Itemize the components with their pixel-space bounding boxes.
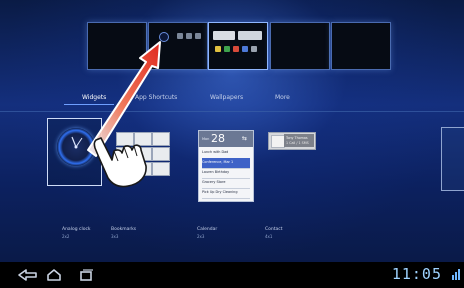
- tab-more[interactable]: More: [275, 94, 290, 101]
- widget-label-bookmarks: Bookmarks: [111, 227, 137, 232]
- calendar-weekday: Mon: [202, 137, 210, 141]
- tabs-divider: [0, 111, 464, 112]
- widget-contact[interactable]: Tony Thomas 1 Call / 1 SMS: [268, 132, 316, 150]
- bookmark-thumb: [152, 132, 170, 146]
- home-screen-5[interactable]: [331, 22, 391, 70]
- contact-name: Tony Thomas: [286, 136, 308, 140]
- add-event-icon: ⇆: [242, 135, 248, 142]
- partial-widget-preview[interactable]: [441, 127, 464, 191]
- home-screens-strip: [0, 18, 464, 78]
- home-screen-1[interactable]: [87, 22, 147, 70]
- bookmark-thumb: [152, 162, 170, 176]
- bookmark-thumb: [116, 162, 134, 176]
- widget-label-contact: Contact: [265, 227, 283, 232]
- tab-app-shortcuts[interactable]: App Shortcuts: [135, 94, 177, 101]
- home-icon[interactable]: [46, 268, 62, 282]
- signal-icon: [452, 269, 460, 280]
- calendar-event: Pick Up Dry Cleaning: [202, 188, 250, 199]
- home-screen-2[interactable]: [148, 22, 208, 70]
- home-screen-4[interactable]: [270, 22, 330, 70]
- widget-label-analog-clock: Analog clock: [62, 227, 91, 232]
- tab-wallpapers[interactable]: Wallpapers: [210, 94, 243, 101]
- calendar-day: 28: [211, 132, 225, 145]
- widget-calendar[interactable]: Mon 28 ⇆ Lunch with Dad Conference, Mar …: [198, 130, 254, 202]
- widget-size-bookmarks: 3x3: [111, 234, 119, 239]
- contact-detail: 1 Call / 1 SMS: [286, 141, 309, 145]
- back-icon[interactable]: [16, 268, 38, 282]
- bookmark-thumb: [116, 132, 134, 146]
- bookmark-thumb: [116, 147, 134, 161]
- widget-size-analog-clock: 2x2: [62, 234, 70, 239]
- bookmark-thumb: [134, 147, 152, 161]
- recent-apps-icon[interactable]: [78, 268, 94, 282]
- widget-size-contact: 4x1: [265, 234, 273, 239]
- active-tab-indicator: [64, 104, 114, 105]
- status-clock: 11:05: [391, 265, 442, 283]
- widget-label-calendar: Calendar: [197, 227, 218, 232]
- tab-widgets[interactable]: Widgets: [82, 94, 106, 101]
- bookmark-thumb: [134, 162, 152, 176]
- home-screen-3[interactable]: [208, 22, 268, 70]
- home-customize-screen: Widgets App Shortcuts Wallpapers More Mo…: [0, 0, 464, 262]
- contact-photo: [271, 135, 285, 148]
- calendar-header: Mon 28 ⇆: [199, 131, 253, 147]
- clock-hands-icon: [71, 136, 83, 149]
- bookmark-thumb: [134, 132, 152, 146]
- bookmark-thumb: [152, 147, 170, 161]
- widget-size-calendar: 2x3: [197, 234, 205, 239]
